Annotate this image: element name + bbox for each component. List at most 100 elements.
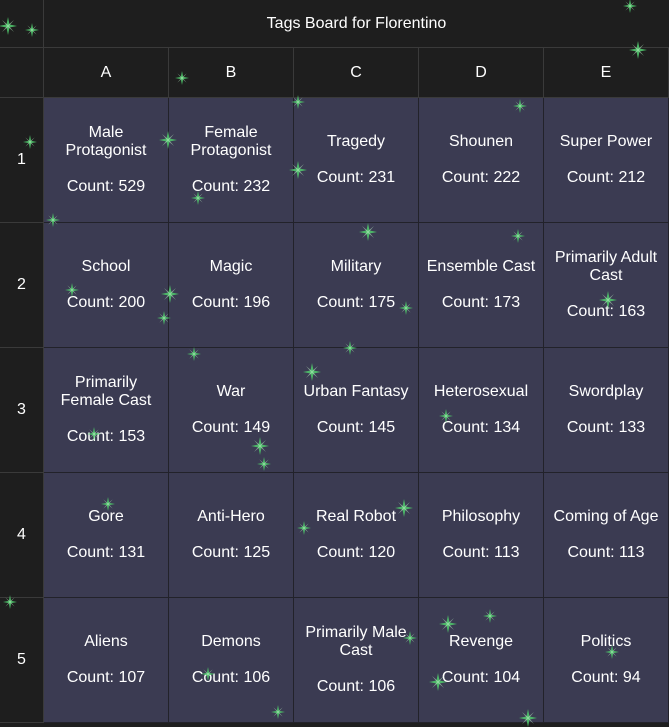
tag-cell[interactable]: Philosophy Count: 113 (419, 473, 544, 598)
tag-count: Count: 133 (567, 419, 645, 437)
count-value: 125 (243, 544, 271, 561)
tag-count: Count: 145 (317, 419, 395, 437)
tag-cell[interactable]: School Count: 200 (44, 223, 169, 348)
tag-cell[interactable]: Tragedy Count: 231 (294, 98, 419, 223)
tag-count: Count: 212 (567, 169, 645, 187)
header-corner (0, 48, 44, 98)
count-value: 529 (118, 178, 146, 195)
tag-name: School (81, 258, 131, 275)
tag-name: Politics (580, 633, 632, 650)
tag-cell[interactable]: Female Protagonist Count: 232 (169, 98, 294, 223)
count-value: 231 (368, 169, 396, 186)
tag-count: Count: 134 (442, 419, 520, 437)
tag-name: War (216, 383, 246, 400)
count-label: Count: (441, 419, 494, 436)
count-label: Count: (566, 303, 619, 320)
tag-cell[interactable]: Shounen Count: 222 (419, 98, 544, 223)
tag-cell[interactable]: Primarily Adult Cast Count: 163 (544, 223, 669, 348)
count-value: 133 (618, 419, 646, 436)
tag-name: Primarily Male Cast (305, 624, 407, 659)
tag-cell[interactable]: Coming of Age Count: 113 (544, 473, 669, 598)
tag-count: Count: 125 (192, 544, 270, 562)
row-header-1: 1 (0, 98, 44, 223)
tag-cell[interactable]: Revenge Count: 104 (419, 598, 544, 723)
count-value: 107 (118, 669, 146, 686)
tag-cell[interactable]: Anti-Hero Count: 125 (169, 473, 294, 598)
tag-name: Coming of Age (553, 508, 659, 525)
tag-cell[interactable]: Military Count: 175 (294, 223, 419, 348)
tag-name: Ensemble Cast (426, 258, 536, 275)
tag-count: Count: 232 (192, 178, 270, 196)
count-value: 163 (618, 303, 646, 320)
count-value: 200 (118, 294, 146, 311)
count-value: 113 (494, 544, 520, 561)
count-value: 113 (619, 544, 645, 561)
count-label: Count: (441, 669, 494, 686)
tag-count: Count: 222 (442, 169, 520, 187)
count-value: 149 (243, 419, 271, 436)
tag-cell[interactable]: Ensemble Cast Count: 173 (419, 223, 544, 348)
tag-name: Tragedy (326, 133, 386, 150)
board-corner (0, 0, 44, 48)
tag-cell[interactable]: War Count: 149 (169, 348, 294, 473)
count-label: Count: (442, 544, 495, 561)
tag-name: Super Power (559, 133, 653, 150)
count-value: 131 (118, 544, 146, 561)
tag-count: Count: 163 (567, 303, 645, 321)
tag-cell[interactable]: Politics Count: 94 (544, 598, 669, 723)
count-label: Count: (191, 544, 244, 561)
tag-name: Urban Fantasy (303, 383, 409, 400)
tag-name: Shounen (448, 133, 514, 150)
tag-cell[interactable]: Male Protagonist Count: 529 (44, 98, 169, 223)
tag-count: Count: 106 (192, 669, 270, 687)
count-label: Count: (316, 544, 369, 561)
count-value: 222 (493, 169, 521, 186)
tag-cell[interactable]: Primarily Female Cast Count: 153 (44, 348, 169, 473)
tag-name: Revenge (448, 633, 514, 650)
tag-count: Count: 113 (442, 544, 519, 562)
count-label: Count: (571, 669, 623, 686)
count-value: 232 (243, 178, 271, 195)
count-value: 106 (243, 669, 271, 686)
tag-cell[interactable]: Primarily Male Cast Count: 106 (294, 598, 419, 723)
tag-cell[interactable]: Urban Fantasy Count: 145 (294, 348, 419, 473)
tag-name: Gore (88, 508, 124, 525)
count-value: 175 (368, 294, 396, 311)
tag-count: Count: 529 (67, 178, 145, 196)
count-label: Count: (66, 178, 119, 195)
tag-count: Count: 107 (67, 669, 145, 687)
column-header-a: A (44, 48, 169, 98)
row-header-5: 5 (0, 598, 44, 723)
tag-count: Count: 231 (317, 169, 395, 187)
tag-name: Philosophy (441, 508, 521, 525)
tag-name: Primarily Adult Cast (554, 249, 658, 284)
count-label: Count: (191, 669, 244, 686)
count-value: 94 (622, 669, 641, 686)
tag-count: Count: 200 (67, 294, 145, 312)
tag-cell[interactable]: Heterosexual Count: 134 (419, 348, 544, 473)
count-value: 173 (493, 294, 521, 311)
tag-name: Anti-Hero (197, 508, 265, 525)
count-label: Count: (316, 294, 369, 311)
row-header-3: 3 (0, 348, 44, 473)
tag-count: Count: 113 (567, 544, 644, 562)
count-label: Count: (66, 669, 119, 686)
tag-name: Demons (201, 633, 261, 650)
tag-name: Heterosexual (433, 383, 529, 400)
row-header-2: 2 (0, 223, 44, 348)
tag-cell[interactable]: Aliens Count: 107 (44, 598, 169, 723)
tag-count: Count: 120 (317, 544, 395, 562)
tag-cell[interactable]: Swordplay Count: 133 (544, 348, 669, 473)
tag-cell[interactable]: Real Robot Count: 120 (294, 473, 419, 598)
row-header-4: 4 (0, 473, 44, 598)
count-value: 145 (368, 419, 396, 436)
tag-count: Count: 94 (571, 669, 640, 687)
tag-cell[interactable]: Magic Count: 196 (169, 223, 294, 348)
tag-cell[interactable]: Gore Count: 131 (44, 473, 169, 598)
tag-count: Count: 175 (317, 294, 395, 312)
tag-cell[interactable]: Demons Count: 106 (169, 598, 294, 723)
count-label: Count: (566, 419, 619, 436)
tag-cell[interactable]: Super Power Count: 212 (544, 98, 669, 223)
count-value: 104 (493, 669, 521, 686)
tag-name: Primarily Female Cast (60, 374, 152, 409)
